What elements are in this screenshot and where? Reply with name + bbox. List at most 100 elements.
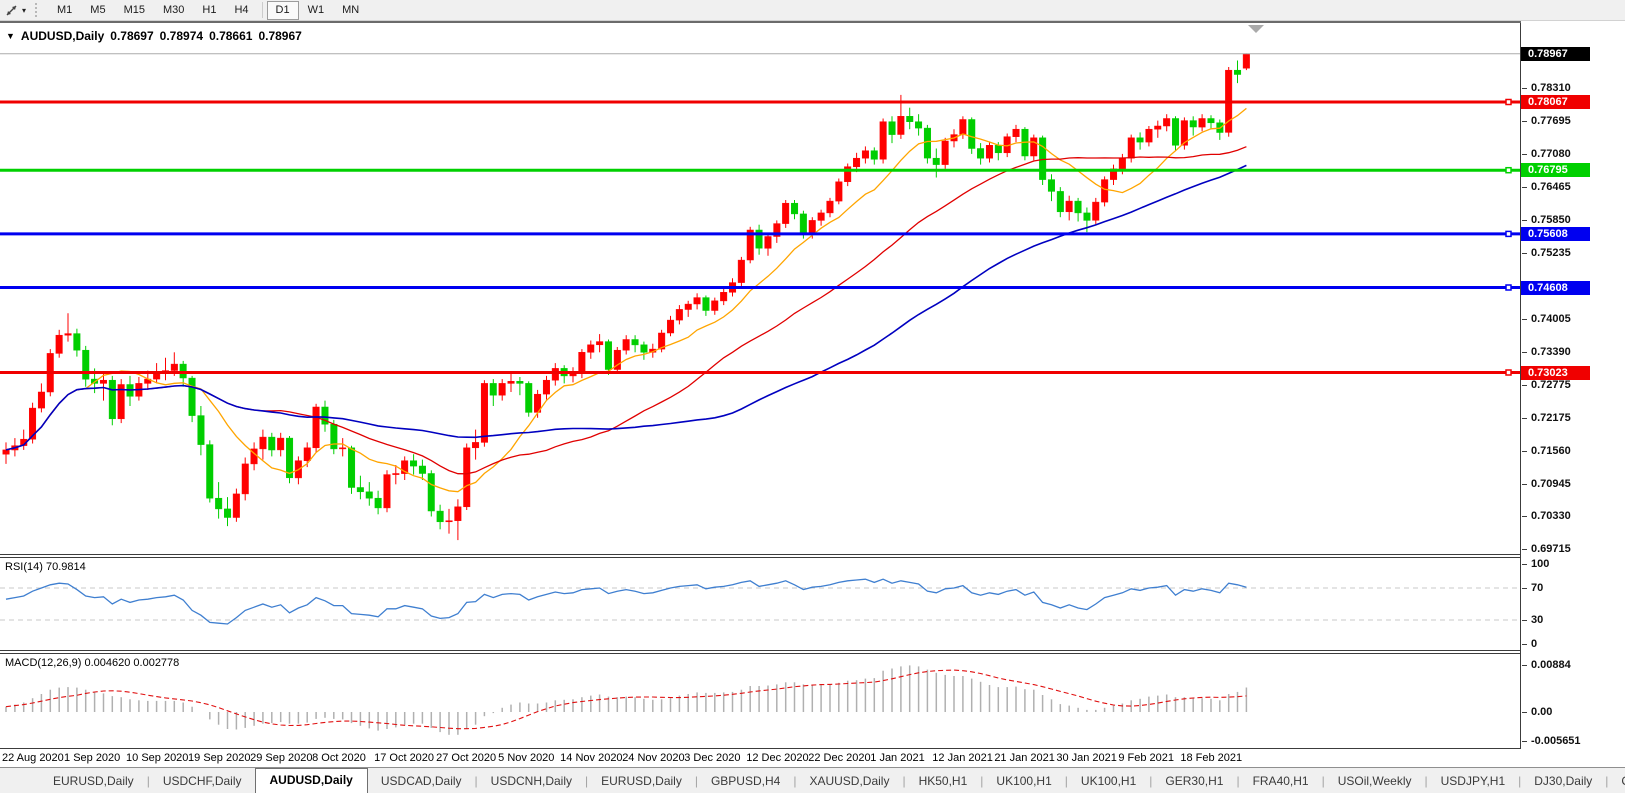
toolbar-separator	[262, 2, 263, 18]
price-tick-label: 0.71560	[1521, 445, 1571, 458]
price-tick-label: 0.77695	[1521, 115, 1571, 128]
tab-dj30-daily[interactable]: DJ30,Daily	[1521, 770, 1605, 793]
tab-usdcnh-daily[interactable]: USDCNH,Daily	[478, 770, 585, 793]
rsi-label: RSI(14) 70.9814	[5, 561, 86, 573]
date-label: 22 Aug 2020	[2, 752, 64, 764]
price-line-badge: 0.76795	[1521, 163, 1590, 177]
tab-usdchf-daily[interactable]: USDCHF,Daily	[150, 770, 255, 793]
price-tick-label: 0.72775	[1521, 379, 1571, 392]
date-label: 22 Dec 2020	[808, 752, 870, 764]
rsi-tick-label: 0	[1521, 638, 1537, 651]
date-label: 1 Sep 2020	[64, 752, 120, 764]
timeframe-button-m5[interactable]: M5	[81, 1, 114, 20]
macd-indicator-pane[interactable]: MACD(12,26,9) 0.004620 0.002778	[0, 654, 1520, 748]
price-line-badge: 0.75608	[1521, 227, 1590, 241]
date-label: 9 Feb 2021	[1118, 752, 1174, 764]
price-tick-label: 0.72175	[1521, 412, 1571, 425]
date-label: 8 Oct 2020	[312, 752, 366, 764]
toolbar-grip	[35, 3, 41, 17]
price-line-badge: 0.74608	[1521, 281, 1590, 295]
tab-ger30-h1[interactable]: GER30,H1	[1152, 770, 1236, 793]
date-label: 14 Nov 2020	[560, 752, 622, 764]
price-tick-label: 0.76465	[1521, 181, 1571, 194]
date-label: 30 Jan 2021	[1056, 752, 1117, 764]
date-label: 19 Sep 2020	[188, 752, 250, 764]
date-label: 3 Dec 2020	[684, 752, 740, 764]
price-tick-label: 0.78310	[1521, 82, 1571, 95]
timeframe-button-group: M1M5M15M30H1H4 D1W1MN	[48, 1, 368, 20]
tab-uk100-h1[interactable]: UK100,H1	[1068, 770, 1149, 793]
main-chart-pane[interactable]: ▼ AUDUSD,Daily 0.78697 0.78974 0.78661 0…	[0, 23, 1520, 554]
candles-group	[3, 53, 1250, 540]
price-tick-label: 0.74005	[1521, 313, 1571, 326]
date-axis[interactable]: 22 Aug 20201 Sep 2020 10 Sep 202019 Sep 2…	[0, 749, 1520, 767]
tab-eurusd-daily[interactable]: EURUSD,Daily	[588, 770, 695, 793]
macd-plot[interactable]	[0, 654, 1520, 748]
date-label: 1 Jan 2021	[870, 752, 924, 764]
chart-tab-bar: EURUSD,Daily|USDCHF,DailyAUDUSD,DailyUSD…	[0, 767, 1625, 793]
tab-fra40-h1[interactable]: FRA40,H1	[1240, 770, 1322, 793]
macd-histogram	[6, 665, 1246, 734]
chart-symbol-label: AUDUSD,Daily	[21, 29, 104, 43]
macd-tick-label: -0.005651	[1521, 735, 1581, 748]
rsi-tick-label: 70	[1521, 582, 1543, 595]
ma-fast-line	[6, 108, 1246, 491]
timeframe-button-d1[interactable]: D1	[267, 1, 299, 20]
price-tick-label: 0.70330	[1521, 510, 1571, 523]
ohlc-low: 0.78661	[209, 29, 252, 43]
tab-usdjpy-h1[interactable]: USDJPY,H1	[1428, 770, 1518, 793]
timeframe-button-w1[interactable]: W1	[299, 1, 334, 20]
rsi-tick-label: 100	[1521, 558, 1549, 571]
cursor-tool-button[interactable]: ▾	[0, 2, 29, 18]
date-label: 27 Oct 2020	[436, 752, 496, 764]
macd-tick-label: 0.00884	[1521, 659, 1571, 672]
date-label: 5 Nov 2020	[498, 752, 554, 764]
timeframe-button-m1[interactable]: M1	[48, 1, 81, 20]
ohlc-close: 0.78967	[258, 29, 301, 43]
rsi-indicator-pane[interactable]: RSI(14) 70.9814	[0, 558, 1520, 650]
chart-title-arrow-icon[interactable]: ▼	[6, 31, 15, 41]
date-label: 12 Jan 2021	[932, 752, 993, 764]
tab-uk100-h1[interactable]: UK100,H1	[983, 770, 1064, 793]
tab-audusd-daily[interactable]: AUDUSD,Daily	[255, 768, 368, 793]
timeframe-button-mn[interactable]: MN	[333, 1, 368, 20]
rsi-plot[interactable]	[0, 558, 1520, 650]
price-line-badge: 0.78067	[1521, 95, 1590, 109]
timeframe-button-h1[interactable]: H1	[193, 1, 225, 20]
chart-window: ▼ AUDUSD,Daily 0.78697 0.78974 0.78661 0…	[0, 21, 1625, 767]
price-tick-label: 0.73390	[1521, 346, 1571, 359]
chart-shift-marker-icon[interactable]	[1248, 25, 1264, 33]
timeframe-button-m30[interactable]: M30	[154, 1, 193, 20]
tab-hk50-h1[interactable]: HK50,H1	[906, 770, 981, 793]
price-tick-label: 0.70945	[1521, 478, 1571, 491]
tab-xauusd-daily[interactable]: XAUUSD,Daily	[796, 770, 902, 793]
ohlc-open: 0.78697	[110, 29, 153, 43]
date-label: 12 Dec 2020	[746, 752, 808, 764]
tab-usdcad-daily[interactable]: USDCAD,Daily	[368, 770, 475, 793]
tab-china300-h1[interactable]: CHINA300,H1	[1608, 770, 1625, 793]
candlestick-plot[interactable]	[0, 23, 1520, 554]
macd-label: MACD(12,26,9) 0.004620 0.002778	[5, 657, 179, 669]
date-label: 17 Oct 2020	[374, 752, 434, 764]
rsi-tick-label: 30	[1521, 614, 1543, 627]
date-label: 10 Sep 2020	[126, 752, 188, 764]
price-tick-label: 0.69715	[1521, 543, 1571, 556]
price-axis[interactable]: 0.78310 0.77695 0.77080 0.76465 0.75850 0.752…	[1521, 21, 1625, 767]
price-tick-label: 0.75850	[1521, 214, 1571, 227]
top-toolbar: ▾ M1M5M15M30H1H4 D1W1MN	[0, 0, 1625, 21]
chevron-down-icon[interactable]: ▾	[22, 6, 26, 15]
chart-title: ▼ AUDUSD,Daily 0.78697 0.78974 0.78661 0…	[6, 29, 302, 43]
price-line-badge: 0.78967	[1521, 47, 1590, 61]
price-tick-label: 0.75235	[1521, 247, 1571, 260]
price-tick-label: 0.77080	[1521, 148, 1571, 161]
date-label: 18 Feb 2021	[1180, 752, 1242, 764]
macd-tick-label: 0.00	[1521, 706, 1552, 719]
timeframe-button-m15[interactable]: M15	[115, 1, 154, 20]
date-label: 21 Jan 2021	[994, 752, 1055, 764]
ohlc-high: 0.78974	[160, 29, 203, 43]
date-label: 29 Sep 2020	[250, 752, 312, 764]
timeframe-button-h4[interactable]: H4	[225, 1, 257, 20]
tab-eurusd-daily[interactable]: EURUSD,Daily	[40, 770, 147, 793]
tab-usoil-weekly[interactable]: USOil,Weekly	[1325, 770, 1425, 793]
tab-gbpusd-h4[interactable]: GBPUSD,H4	[698, 770, 793, 793]
